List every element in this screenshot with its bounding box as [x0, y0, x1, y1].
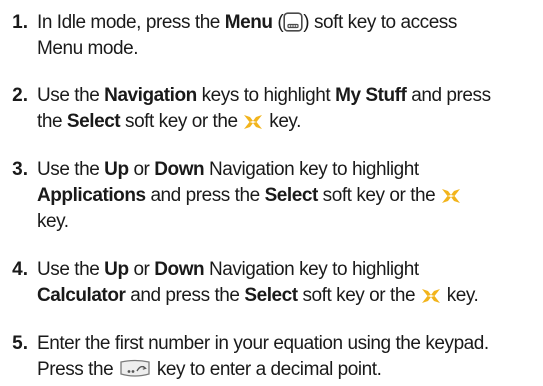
step-line: Press the key to enter a decimal point. [37, 357, 539, 383]
step-text: Enter the first number in your equation … [37, 331, 539, 383]
text-run: soft key or the [317, 185, 441, 206]
instruction-step-1: 1. In Idle mode, press the Menu ( ) soft k… [0, 10, 543, 62]
text-run: soft key or the [297, 285, 420, 306]
step-number: 3. [12, 159, 28, 180]
text-run: Navigation key to highlight [204, 159, 419, 180]
text-run: Use the [37, 259, 105, 280]
step-line: Applications and press the Select soft k… [37, 183, 539, 209]
text-run: Press the [37, 359, 119, 380]
text-run: or [128, 159, 155, 180]
select-key-icon [242, 111, 264, 132]
key-term: Select [264, 185, 319, 206]
key-term: Down [154, 259, 205, 280]
select-key-icon [440, 185, 462, 206]
select-key-icon [420, 285, 442, 306]
text-run: key. [441, 285, 479, 306]
text-run: or [128, 259, 155, 280]
step-line: Use the Up or Down Navigation key to hig… [37, 257, 539, 283]
text-run: key. [37, 211, 69, 232]
step-line: Calculator and press the Select soft key… [37, 283, 539, 309]
step-text: Use the Up or Down Navigation key to hig… [37, 157, 539, 235]
key-term: Down [154, 159, 205, 180]
step-line: Use the Up or Down Navigation key to hig… [37, 157, 539, 183]
key-term: Up [104, 259, 129, 280]
text-run: In Idle mode, press the [37, 12, 225, 33]
key-term: Select [244, 285, 298, 306]
step-text: Use the Navigation keys to highlight My … [37, 83, 539, 135]
step-line: Menu mode. [37, 36, 539, 62]
text-run: and press the [125, 285, 245, 306]
menu-softkey-icon [283, 12, 303, 33]
step-line: key. [37, 209, 539, 235]
instruction-step-4: 4. Use the Up or Down Navigation key to h… [0, 257, 543, 309]
step-text: In Idle mode, press the Menu ( ) soft key… [37, 10, 539, 62]
text-run: Use the [37, 159, 105, 180]
text-run: ) soft key to access [303, 12, 457, 33]
key-term: Navigation [104, 85, 197, 106]
step-line: In Idle mode, press the Menu ( ) soft key… [37, 10, 539, 36]
text-run: ( [272, 12, 284, 33]
text-run: key. [264, 111, 301, 132]
step-line: Enter the first number in your equation … [37, 331, 539, 357]
manual-page: 1. In Idle mode, press the Menu ( ) soft k… [0, 0, 543, 386]
text-run: Enter the first number in your equation … [37, 333, 489, 354]
text-run: soft key or the [120, 111, 243, 132]
step-number: 5. [12, 333, 28, 354]
text-run: keys to highlight [196, 85, 336, 106]
text-run: Navigation key to highlight [204, 259, 419, 280]
instruction-step-5: 5. Enter the first number in your equatio… [0, 331, 543, 383]
step-text: Use the Up or Down Navigation key to hig… [37, 257, 539, 309]
step-number: 4. [12, 259, 28, 280]
text-run: and press the [145, 185, 265, 206]
text-run: key to enter a decimal point. [152, 359, 382, 380]
instruction-step-3: 3. Use the Up or Down Navigation key to h… [0, 157, 543, 235]
key-term: Applications [37, 185, 146, 206]
text-run: the [37, 111, 67, 132]
decimal-key-icon [118, 359, 152, 380]
step-number: 1. [12, 12, 28, 33]
key-term: Select [66, 111, 121, 132]
instruction-step-2: 2. Use the Navigation keys to highlight M… [0, 83, 543, 135]
step-number: 2. [12, 85, 28, 106]
key-term: Menu [224, 12, 273, 33]
key-term: Up [104, 159, 129, 180]
key-term: Calculator [37, 285, 126, 306]
text-run: and press [406, 85, 491, 106]
step-line: Use the Navigation keys to highlight My … [37, 83, 539, 109]
text-run: Use the [37, 85, 105, 106]
step-line: the Select soft key or the key. [37, 109, 539, 135]
key-term: My Stuff [335, 85, 407, 106]
text-run: Menu mode. [37, 38, 139, 59]
